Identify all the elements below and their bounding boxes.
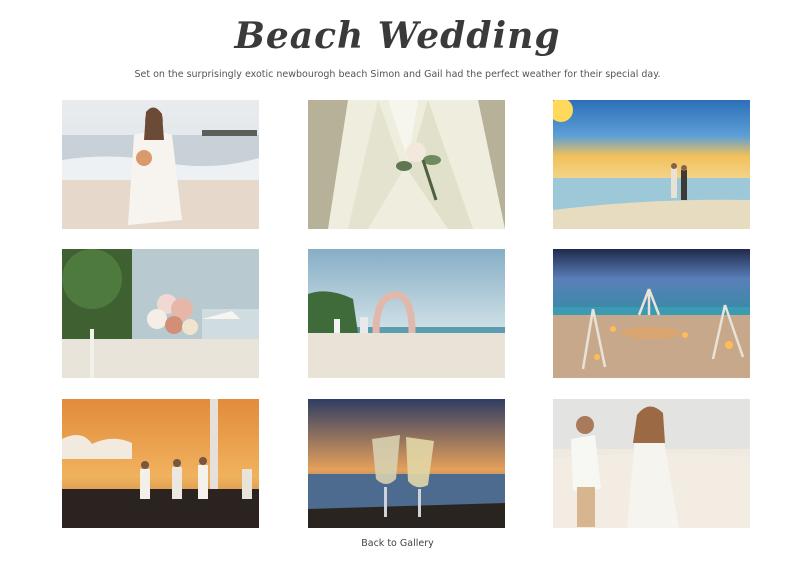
gallery-photo-boutonniere[interactable] <box>308 100 505 229</box>
gallery-photo-band-at-sunset[interactable] <box>62 399 259 528</box>
back-to-gallery-link[interactable]: Back to Gallery <box>0 538 795 550</box>
photo-gallery <box>0 0 795 565</box>
gallery-photo-floral-arrangement[interactable] <box>62 249 259 378</box>
gallery-photo-couple-walking[interactable] <box>553 399 750 528</box>
gallery-photo-beach-arch[interactable] <box>308 249 505 378</box>
gallery-photo-bride-on-beach[interactable] <box>62 100 259 229</box>
gallery-photo-couple-at-sunset[interactable] <box>553 100 750 229</box>
gallery-photo-lanterns-tripods[interactable] <box>553 249 750 378</box>
gallery-photo-champagne-toast[interactable] <box>308 399 505 528</box>
